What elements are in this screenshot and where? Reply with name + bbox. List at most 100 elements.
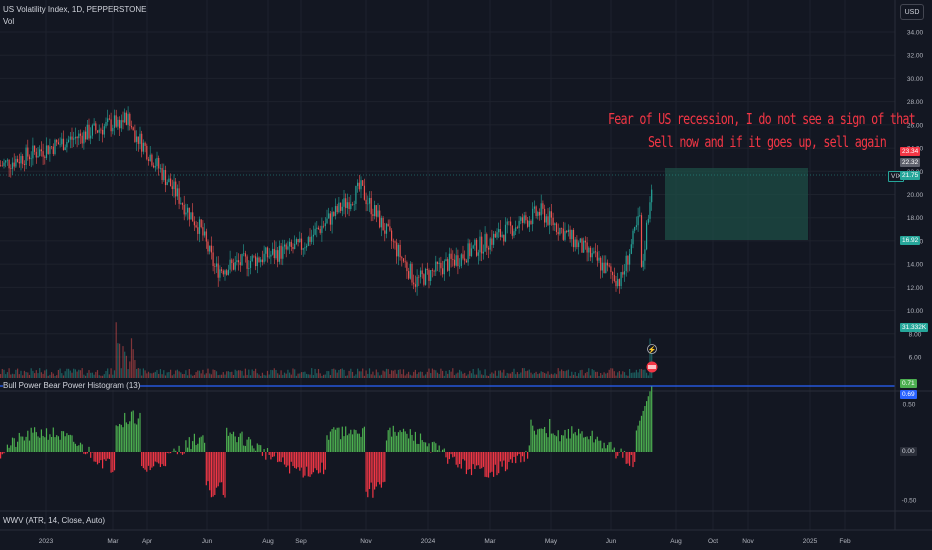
- volume-bar: [476, 374, 478, 378]
- candle-body: [634, 227, 636, 231]
- volume-bar: [538, 373, 541, 378]
- histogram-bar: [244, 445, 246, 452]
- candle-body: [185, 212, 187, 215]
- volume-bar: [236, 370, 238, 378]
- histogram-bar: [45, 428, 48, 452]
- histogram-bar: [535, 434, 537, 452]
- price-candles: [0, 106, 653, 296]
- candle-body: [416, 276, 418, 287]
- candle-body: [222, 270, 224, 275]
- histogram-bar: [321, 452, 323, 463]
- candle-body: [498, 229, 500, 233]
- earnings-icon-glyph: [648, 365, 656, 369]
- candle-body: [282, 246, 284, 259]
- candle-body: [236, 260, 238, 263]
- price-axis[interactable]: 34.0032.0030.0028.0026.0024.0022.0020.00…: [902, 30, 924, 505]
- candle-body: [630, 244, 632, 254]
- candle-body: [57, 142, 59, 145]
- volume-bar: [523, 368, 525, 378]
- price-tick-label: 8.00: [909, 331, 922, 338]
- volume-bars: [0, 322, 653, 378]
- histogram-bar: [608, 442, 610, 452]
- volume-bar: [42, 373, 44, 378]
- volume-bar: [409, 374, 411, 378]
- histogram-bar: [39, 437, 41, 452]
- histogram-bar: [479, 452, 481, 469]
- candle-body: [95, 123, 97, 131]
- volume-bar: [564, 371, 566, 378]
- histogram-bar: [173, 448, 175, 452]
- candle-body: [443, 261, 445, 275]
- volume-bar: [600, 373, 602, 378]
- time-tick-label: Apr: [142, 538, 153, 545]
- volume-bar: [554, 373, 556, 378]
- histogram-bar: [601, 448, 603, 452]
- volume-bar: [323, 374, 325, 378]
- volume-bar: [18, 374, 20, 378]
- candle-body: [147, 159, 150, 161]
- candle-body: [470, 248, 473, 257]
- histogram-bar: [192, 441, 194, 452]
- histogram-bar: [285, 452, 287, 468]
- histogram-bar: [78, 445, 80, 452]
- price-tick-label: 6.00: [909, 355, 922, 362]
- candle-body: [146, 145, 148, 160]
- volume-bar: [547, 371, 549, 378]
- histogram-bar: [465, 452, 467, 475]
- volume-bar: [54, 375, 56, 378]
- histogram-bar: [175, 450, 177, 452]
- volume-bar: [193, 375, 195, 378]
- candle-body: [256, 257, 258, 267]
- histogram-bar: [581, 431, 583, 452]
- chart-canvas[interactable]: 34.0032.0030.0028.0026.0024.0022.0020.00…: [0, 0, 932, 550]
- candle-body: [430, 270, 432, 281]
- volume-bar: [311, 368, 313, 378]
- histogram-bar: [578, 428, 580, 452]
- histogram-bar: [73, 441, 75, 452]
- candle-body: [455, 255, 457, 266]
- volume-bar: [20, 370, 22, 378]
- histogram-bar: [419, 433, 422, 452]
- histogram-bar: [620, 448, 622, 452]
- volume-bar: [368, 368, 371, 378]
- candle-body: [108, 118, 110, 120]
- candle-body: [515, 227, 517, 232]
- histogram-bar: [110, 452, 112, 473]
- volume-bar: [595, 371, 597, 378]
- histogram-bar: [433, 441, 435, 452]
- volume-bar: [414, 369, 416, 378]
- histogram-bar: [372, 452, 374, 498]
- volume-bar: [222, 372, 224, 378]
- volume-bar: [440, 368, 442, 378]
- histogram-bar: [197, 443, 199, 452]
- volume-bar: [447, 373, 449, 378]
- candle-body: [45, 145, 48, 158]
- histogram-bar: [136, 424, 138, 452]
- histogram-bar: [323, 452, 325, 475]
- histogram-bar: [15, 446, 17, 452]
- candle-body: [620, 272, 622, 287]
- histogram-bar: [153, 452, 155, 467]
- histogram-bar: [442, 449, 444, 452]
- volume-bar: [644, 369, 646, 378]
- candle-body: [307, 237, 309, 246]
- candle-body: [176, 188, 178, 197]
- candle-body: [102, 129, 104, 135]
- histogram-bar: [210, 452, 212, 498]
- currency-button[interactable]: USD: [900, 4, 924, 20]
- candle-body: [479, 236, 481, 253]
- volume-bar: [450, 371, 452, 378]
- time-axis[interactable]: 2023 Mar Apr Jun Aug Sep Nov 2024 Mar May Jun Aug Oc…: [39, 538, 851, 545]
- volume-bar: [113, 370, 116, 378]
- histogram-bar: [572, 433, 575, 452]
- candle-body: [88, 124, 90, 139]
- histogram-bar: [639, 420, 641, 452]
- histogram-bar: [166, 452, 168, 453]
- candle-body: [11, 162, 14, 169]
- candle-body: [511, 225, 513, 236]
- candle-body: [328, 213, 330, 219]
- volume-bar: [328, 371, 330, 378]
- candle-body: [647, 218, 649, 223]
- candle-body: [62, 138, 65, 150]
- candle-body: [355, 186, 357, 204]
